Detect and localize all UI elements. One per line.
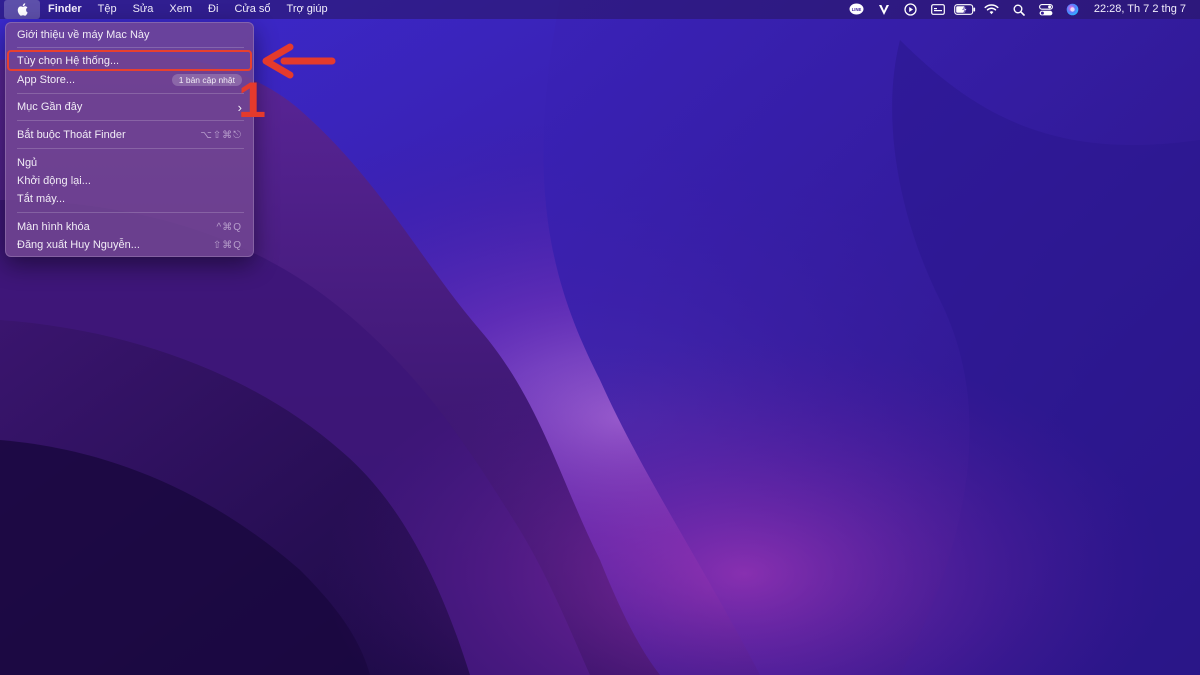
menu-item-label: Tắt máy...	[17, 193, 66, 205]
menu-separator	[17, 120, 244, 121]
apple-menu-button[interactable]	[4, 0, 40, 19]
keyboard-shortcut: ^⌘Q	[216, 221, 242, 233]
menu-bar-clock[interactable]: 22:28, Th 7 2 thg 7	[1094, 0, 1186, 19]
v-app-icon[interactable]	[873, 0, 895, 19]
menu-go[interactable]: Đi	[200, 0, 226, 19]
battery-charging-icon[interactable]	[953, 0, 976, 19]
menu-separator	[17, 47, 244, 48]
keyboard-shortcut: ⇧⌘Q	[212, 239, 242, 251]
apple-menu-dropdown: Giới thiệu về máy Mac Này Tùy chọn Hệ th…	[5, 22, 254, 257]
apple-logo-icon	[17, 3, 28, 16]
menu-separator	[17, 148, 244, 149]
menu-item-label: Bắt buộc Thoát Finder	[17, 129, 126, 141]
siri-icon[interactable]	[1062, 0, 1084, 19]
menu-item-label: Đăng xuất Huy Nguyễn...	[17, 239, 140, 251]
keyboard-shortcut: ⌥⇧⌘⎋	[200, 129, 242, 141]
menu-separator	[17, 212, 244, 213]
menu-file[interactable]: Tệp	[90, 0, 125, 19]
menu-item-restart[interactable]: Khởi động lại...	[7, 172, 252, 190]
update-count-badge: 1 bản cập nhật	[171, 74, 242, 86]
menu-item-log-out[interactable]: Đăng xuất Huy Nguyễn... ⇧⌘Q	[7, 236, 252, 254]
wifi-icon[interactable]	[981, 0, 1003, 19]
menu-bar-status-area: LINE 22:28, Th 7 2 thg 7	[841, 0, 1186, 19]
menu-item-shut-down[interactable]: Tắt máy...	[7, 190, 252, 208]
menu-item-label: App Store...	[17, 74, 76, 86]
menu-item-lock-screen[interactable]: Màn hình khóa ^⌘Q	[7, 218, 252, 236]
svg-text:LINE: LINE	[852, 7, 862, 12]
menu-item-label: Màn hình khóa	[17, 221, 90, 233]
menu-item-label: Ngủ	[17, 157, 38, 169]
menu-edit[interactable]: Sửa	[125, 0, 162, 19]
menu-item-label: Tùy chọn Hệ thống...	[17, 55, 120, 67]
control-center-icon[interactable]	[1035, 0, 1057, 19]
menu-bar: Finder Tệp Sửa Xem Đi Cửa sổ Trợ giúp LI…	[0, 0, 1200, 19]
menu-item-about-this-mac[interactable]: Giới thiệu về máy Mac Này	[7, 26, 252, 44]
menu-item-label: Khởi động lại...	[17, 175, 91, 187]
menu-item-recent-items[interactable]: Mục Gần đây ›	[7, 98, 252, 116]
annotation-arrow-icon	[262, 43, 336, 79]
menu-item-app-store[interactable]: App Store... 1 bản cập nhật	[7, 71, 252, 89]
menu-item-label: Giới thiệu về máy Mac Này	[17, 29, 150, 41]
menu-help[interactable]: Trợ giúp	[279, 0, 336, 19]
search-icon[interactable]	[1008, 0, 1030, 19]
annotation-step-number: 1	[238, 72, 266, 128]
menu-bar-left: Finder Tệp Sửa Xem Đi Cửa sổ Trợ giúp	[0, 0, 336, 19]
line-icon[interactable]: LINE	[846, 0, 868, 19]
desktop: Finder Tệp Sửa Xem Đi Cửa sổ Trợ giúp LI…	[0, 0, 1200, 675]
menu-item-label: Mục Gần đây	[17, 101, 83, 113]
menu-item-system-preferences[interactable]: Tùy chọn Hệ thống...	[7, 52, 252, 70]
menu-separator	[17, 93, 244, 94]
play-circle-icon[interactable]	[900, 0, 922, 19]
menu-finder[interactable]: Finder	[40, 0, 90, 19]
menu-view[interactable]: Xem	[161, 0, 200, 19]
menu-item-force-quit[interactable]: Bắt buộc Thoát Finder ⌥⇧⌘⎋	[7, 126, 252, 144]
menu-item-sleep[interactable]: Ngủ	[7, 154, 252, 172]
menu-window[interactable]: Cửa sổ	[226, 0, 278, 19]
display-icon[interactable]	[927, 0, 949, 19]
